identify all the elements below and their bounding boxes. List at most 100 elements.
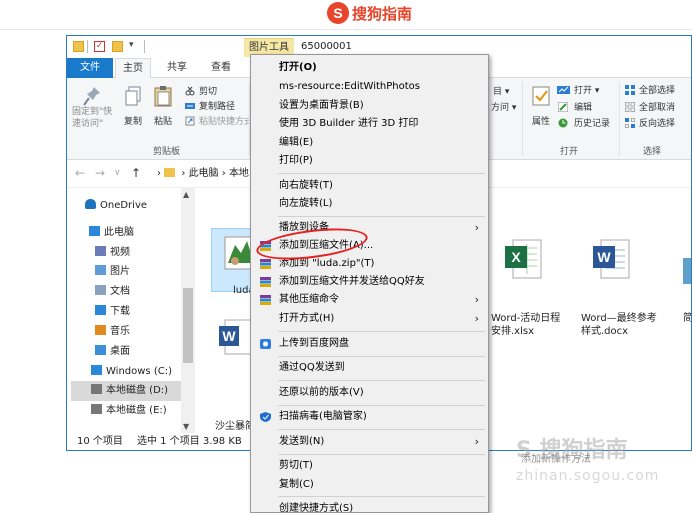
menu-item-archive-send-qq[interactable]: 添加到压缩文件并发送给QQ好友	[252, 273, 487, 291]
quick-access-dropdown-icon[interactable]: ▾	[129, 40, 140, 51]
menu-item-label: 发送到(N)	[279, 436, 325, 447]
file-label-partial: 简	[683, 313, 692, 324]
select-all-button[interactable]: 全部选择	[639, 83, 675, 96]
clipboard-group-label: 剪贴板	[153, 147, 181, 157]
winrar-archive-icon	[260, 295, 271, 305]
sidebar-item-onedrive[interactable]: OneDrive	[85, 196, 147, 216]
sidebar-item-videos[interactable]: 视频	[95, 243, 130, 263]
sidebar-item-local-disk-e[interactable]: 本地磁盘 (E:)	[91, 401, 167, 421]
copy-button[interactable]: 复制	[119, 84, 147, 127]
picture-icon	[95, 265, 106, 275]
recent-locations-icon[interactable]: ∨	[114, 168, 121, 178]
file-item-schedule-xlsx[interactable]: X	[493, 238, 553, 290]
menu-separator	[278, 454, 485, 455]
menu-item-label: 添加到 "luda.zip"(T)	[279, 258, 375, 269]
desktop-icon	[95, 345, 106, 355]
menu-item-send-to[interactable]: 发送到(N) ›	[252, 433, 487, 451]
excel-spreadsheet-icon: X	[505, 239, 542, 279]
menu-item-send-via-qq[interactable]: 通过QQ发送到	[252, 359, 487, 377]
tab-file[interactable]: 文件	[67, 58, 113, 78]
menu-item-edit-with-photos[interactable]: ms-resource:EditWithPhotos	[252, 78, 487, 96]
properties-button[interactable]: 属性	[527, 84, 555, 127]
sidebar-item-downloads[interactable]: 下载	[95, 302, 130, 322]
context-menu: 打开(O) ms-resource:EditWithPhotos 设置为桌面背景…	[250, 54, 489, 513]
sogou-logo[interactable]: S 搜狗指南	[327, 2, 412, 24]
menu-item-rotate-left[interactable]: 向左旋转(L)	[252, 195, 487, 213]
cloud-icon	[85, 199, 96, 209]
select-all-icon	[625, 85, 635, 95]
back-arrow-icon[interactable]: ←	[75, 166, 85, 180]
folder-icon	[73, 41, 84, 52]
item-access-button[interactable]: 方问 ▾	[491, 100, 516, 113]
menu-item-label: 添加到压缩文件并发送给QQ好友	[279, 276, 425, 287]
properties-icon	[532, 86, 550, 106]
menu-item-label: 其他压缩命令	[279, 294, 339, 305]
menu-item-other-compress[interactable]: 其他压缩命令 ›	[252, 291, 487, 309]
copy-path-icon	[185, 103, 195, 109]
menu-item-upload-baidu[interactable]: 上传到百度网盘	[252, 335, 487, 353]
tab-view[interactable]: 查看	[203, 58, 239, 78]
sidebar-item-windows-c[interactable]: Windows (C:)	[91, 362, 172, 382]
window-title: 65000001	[301, 41, 352, 52]
file-item-partial-image[interactable]	[683, 258, 691, 284]
file-item-style-docx[interactable]: W	[581, 238, 641, 290]
menu-item-restore-versions[interactable]: 还原以前的版本(V)	[252, 384, 487, 402]
menu-item-edit[interactable]: 编辑(E)	[252, 134, 487, 152]
sidebar-item-this-pc[interactable]: 此电脑	[89, 223, 134, 243]
copy-path-button[interactable]: 复制路径	[199, 99, 235, 112]
select-none-button[interactable]: 全部取消	[639, 100, 675, 113]
copy-icon	[125, 86, 141, 106]
baidu-netdisk-icon	[260, 339, 271, 349]
scroll-up-icon[interactable]: ▲	[183, 190, 189, 199]
breadcrumb-this-pc[interactable]: 此电脑	[189, 168, 219, 179]
submenu-arrow-icon: ›	[474, 293, 479, 306]
menu-item-open[interactable]: 打开(O)	[252, 59, 487, 77]
drive-icon	[91, 384, 102, 394]
watermark-url: zhinan.sogou.com	[516, 468, 660, 484]
menu-item-cut[interactable]: 剪切(T)	[252, 457, 487, 475]
menu-separator	[278, 429, 485, 430]
invert-selection-button[interactable]: 反向选择	[639, 116, 675, 129]
breadcrumb-separator: ›	[181, 168, 186, 179]
edit-button[interactable]: 编辑	[574, 100, 592, 113]
menu-separator	[278, 216, 485, 217]
new-folder-icon[interactable]	[112, 41, 123, 52]
pin-label: 固定到"快速访问"	[72, 107, 113, 129]
tab-home[interactable]: 主页	[115, 58, 151, 79]
cut-button[interactable]: 剪切	[199, 84, 217, 97]
word-document-icon: W	[219, 319, 252, 355]
menu-item-set-wallpaper[interactable]: 设置为桌面背景(B)	[252, 97, 487, 115]
sidebar-item-desktop[interactable]: 桌面	[95, 342, 130, 362]
invert-selection-icon	[625, 118, 635, 128]
select-item-button[interactable]: 目 ▾	[493, 84, 509, 97]
tab-share[interactable]: 共享	[159, 58, 195, 78]
scroll-down-icon[interactable]: ▼	[183, 422, 189, 431]
sidebar-item-music[interactable]: 音乐	[95, 322, 130, 342]
properties-label: 属性	[531, 117, 550, 127]
video-icon	[95, 246, 106, 256]
properties-check-icon[interactable]: ✓	[94, 41, 105, 52]
paste-button[interactable]: 粘贴	[149, 84, 177, 127]
menu-item-scan-virus[interactable]: 扫描病毒(电脑管家)	[252, 408, 487, 426]
sidebar-item-pictures[interactable]: 图片	[95, 262, 130, 282]
menu-item-open-with[interactable]: 打开方式(H) ›	[252, 310, 487, 328]
ribbon-group-divider	[522, 82, 523, 156]
menu-item-rotate-right[interactable]: 向右旋转(T)	[252, 177, 487, 195]
scrollbar-thumb[interactable]	[183, 288, 193, 363]
menu-item-3d-print[interactable]: 使用 3D Builder 进行 3D 打印	[252, 115, 487, 133]
menu-item-create-shortcut[interactable]: 创建快捷方式(S)	[252, 500, 487, 512]
computer-icon	[89, 226, 100, 236]
open-dropdown-button[interactable]: 打开 ▾	[574, 83, 599, 96]
breadcrumb-local-disk[interactable]: 本地	[229, 168, 249, 179]
menu-item-print[interactable]: 打印(P)	[252, 152, 487, 170]
open-group-label: 打开	[560, 147, 579, 157]
history-button[interactable]: 历史记录	[574, 116, 610, 129]
sidebar-item-label: 视频	[110, 247, 130, 258]
paste-shortcut-button[interactable]: 粘贴快捷方式	[199, 114, 253, 127]
menu-item-copy[interactable]: 复制(C)	[252, 476, 487, 494]
sidebar-item-documents[interactable]: 文档	[95, 282, 130, 302]
file-item-sandstorm-doc[interactable]: W	[215, 318, 255, 366]
forward-arrow-icon[interactable]: →	[95, 166, 105, 180]
sidebar-item-local-disk-d[interactable]: 本地磁盘 (D:)	[71, 381, 181, 401]
up-arrow-icon[interactable]: ↑	[131, 166, 141, 180]
